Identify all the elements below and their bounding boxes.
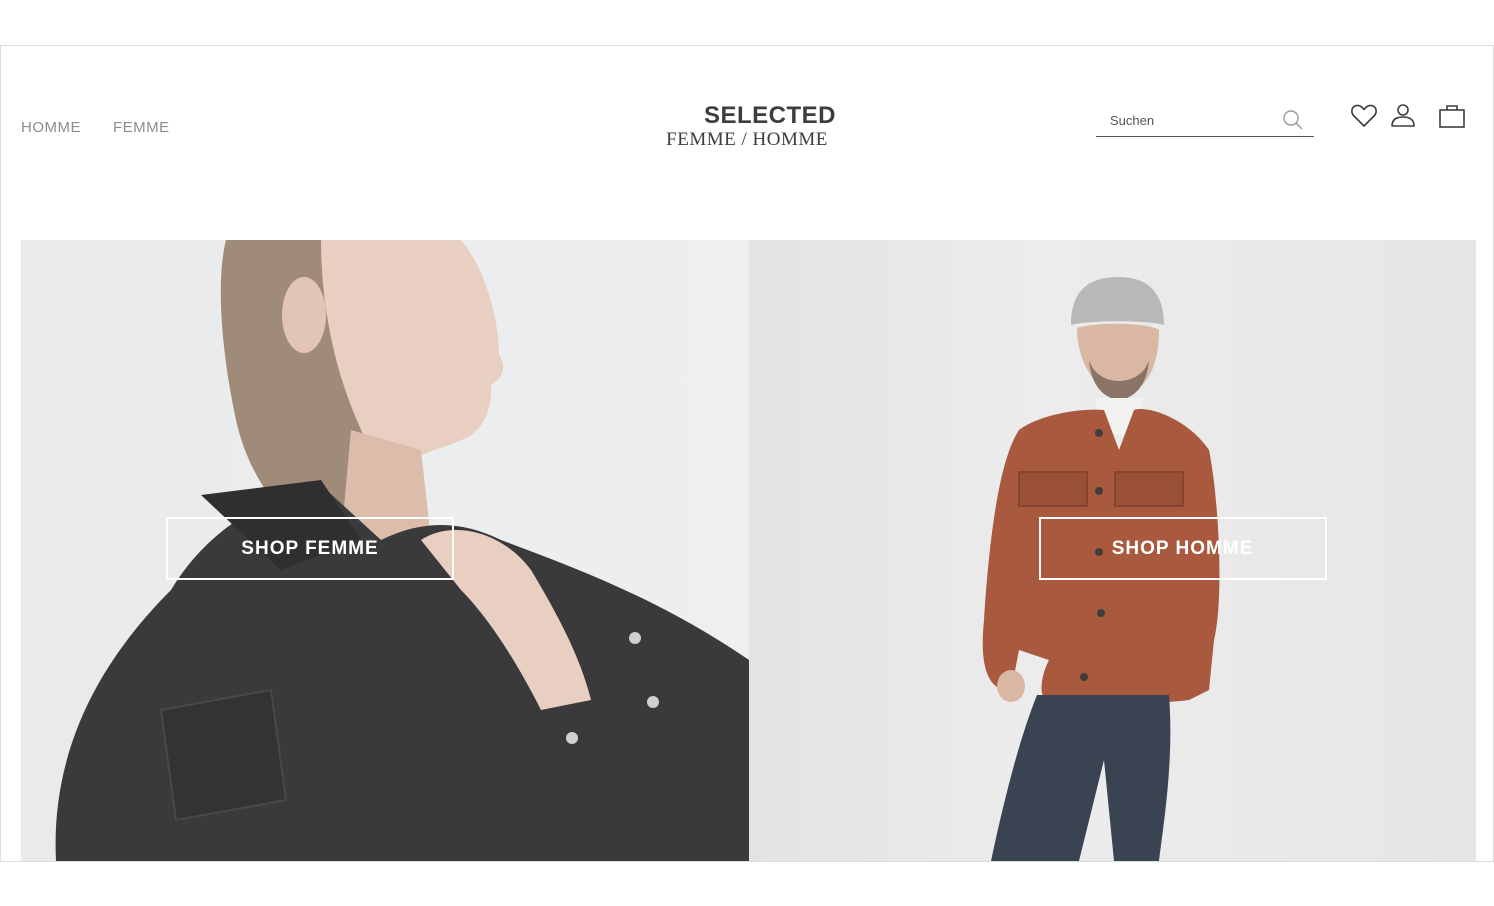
nav-link-homme[interactable]: HOMME [21,119,81,136]
bag-icon[interactable] [1438,102,1466,130]
brand-logo[interactable]: SELECTED FEMME / HOMME [647,104,847,151]
search-icon[interactable] [1282,109,1304,131]
heart-icon[interactable] [1350,102,1378,130]
hero-homme-panel[interactable]: SHOP HOMME [748,240,1476,861]
shop-homme-button[interactable]: SHOP HOMME [1038,517,1327,580]
nav-link-femme[interactable]: FEMME [113,119,170,136]
user-icon[interactable] [1389,102,1417,130]
logo-subline: FEMME / HOMME [666,129,828,150]
hero-femme-panel[interactable]: SHOP FEMME [21,240,749,861]
page-frame: HOMME FEMME SELECTED FEMME / HOMME Suche… [0,45,1494,862]
hero-banner: SHOP FEMME SHOP HOMME [21,240,1476,861]
shop-femme-button[interactable]: SHOP FEMME [166,517,454,580]
search-input[interactable] [1108,112,1282,129]
main-nav: HOMME FEMME [21,119,170,136]
search-field [1096,104,1314,137]
logo-wordmark: SELECTED [703,102,836,129]
